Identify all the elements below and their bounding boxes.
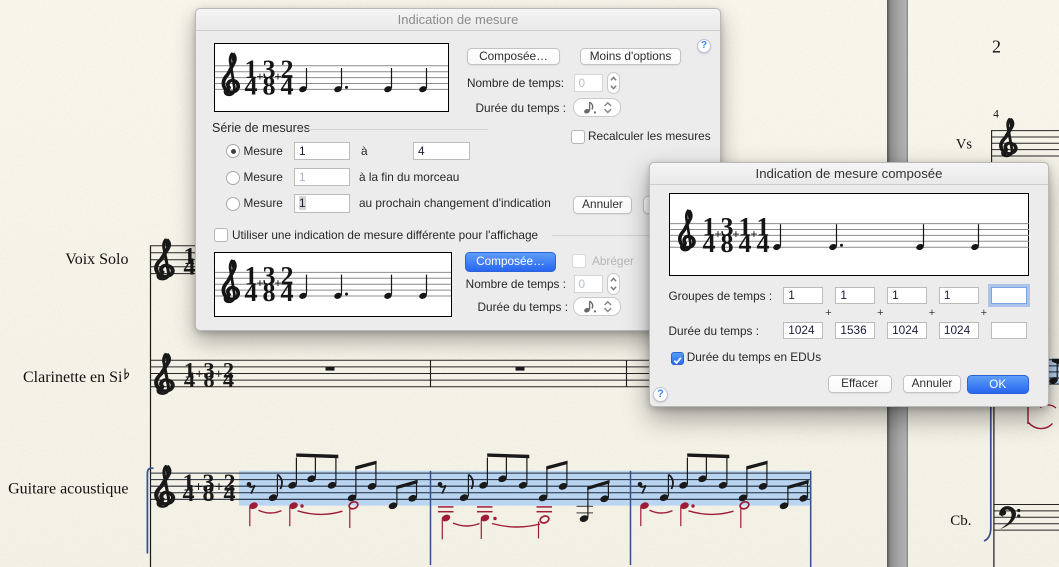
svg-text:2: 2 [992,37,1001,57]
svg-text:8: 8 [203,367,214,392]
svg-text:+: + [215,368,223,383]
svg-text:4: 4 [223,367,234,392]
svg-text:Guitare acoustique: Guitare acoustique [8,481,128,498]
svg-text:4: 4 [757,229,770,258]
svg-text:4: 4 [224,481,236,507]
svg-text:4: 4 [281,71,294,100]
svg-text:+: + [215,480,224,496]
svg-text:Vs: Vs [956,137,972,153]
svg-text:4: 4 [184,367,195,392]
svg-text:Voix Solo: Voix Solo [65,251,128,268]
svg-text:4: 4 [183,481,195,507]
svg-text:Cb.: Cb. [950,513,971,529]
svg-text:+: + [194,480,203,496]
svg-text:Clarinette en Si: Clarinette en Si [23,369,123,386]
svg-text:4: 4 [184,254,196,280]
svg-text:4: 4 [281,278,294,307]
svg-text:+: + [195,368,203,383]
svg-text:4: 4 [993,109,999,121]
svg-text:8: 8 [203,481,215,507]
